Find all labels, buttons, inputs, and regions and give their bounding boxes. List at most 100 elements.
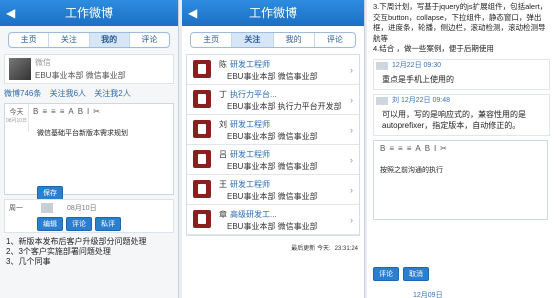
back-icon[interactable]: ◀ <box>188 0 197 26</box>
align-center-icon[interactable]: ≡ <box>51 107 56 116</box>
list-item[interactable]: 章高级研发工... EBU事业本部 微信事业部 › <box>187 205 359 235</box>
user-role: 研发工程师 <box>230 180 270 189</box>
user-role: 高级研发工... <box>230 210 277 219</box>
align-left-icon[interactable]: ≡ <box>389 144 394 153</box>
font-color-icon[interactable]: A <box>68 107 73 116</box>
profile-card: 微信 EBU事业本部 微信事业部 <box>4 54 174 84</box>
comment-button[interactable]: 评论 <box>373 267 399 281</box>
list-item[interactable]: 丁执行力平台... EBU事业本部 执行力平台开发部 › <box>187 85 359 115</box>
user-dept: EBU事业本部 微信事业部 <box>227 132 318 141</box>
align-right-icon[interactable]: ≡ <box>407 144 412 153</box>
user-icon <box>193 60 211 78</box>
post-text: 3.下周计划，写基于jquery的js扩展组件，包括alert，交互button… <box>373 2 548 53</box>
user-icon <box>193 210 211 228</box>
stat-followers[interactable]: 关注我6人 <box>50 89 86 98</box>
list-item: 1、新版本发布后客户升级部分问题处理 <box>6 237 147 246</box>
page-title: 工作微博 <box>248 6 297 20</box>
comment: 12月22日 09:30 重点是手机上使用的 <box>373 58 550 90</box>
chevron-right-icon: › <box>350 215 353 225</box>
tab-follow[interactable]: 关注 <box>49 33 90 47</box>
tab-follow[interactable]: 关注 <box>232 33 274 47</box>
post-detail-panel: 3.下周计划，写基于jquery的js扩展组件，包括alert，交互button… <box>367 0 554 298</box>
tab-mine[interactable]: 我的 <box>89 33 130 47</box>
cancel-button[interactable]: 取消 <box>403 267 429 281</box>
italic-icon[interactable]: I <box>87 107 89 116</box>
post-content: 1、新版本发布后客户升级部分问题处理 2、3个客户实施部署问题处理 3、几个同事 <box>6 237 172 267</box>
align-center-icon[interactable]: ≡ <box>398 144 403 153</box>
chevron-right-icon: › <box>350 155 353 165</box>
comment-text: 可以用，写的是响应式的，兼容性用的是autoprefixer，指定版本，自动修正… <box>382 109 526 130</box>
post-entry: 周一 08月10日 编辑 评论 私评 <box>4 199 174 233</box>
user-role: 研发工程师 <box>230 120 270 129</box>
user-role: 研发工程师 <box>230 60 270 69</box>
list-item[interactable]: 吕研发工程师 EBU事业本部 微信事业部 › <box>187 145 359 175</box>
user-name: 章 <box>219 210 227 219</box>
tab-mine[interactable]: 我的 <box>274 33 315 47</box>
user-dept: EBU事业本部 微信事业部 <box>227 162 318 171</box>
cut-icon[interactable]: ✂ <box>440 144 447 153</box>
user-dept: EBU事业本部 微信事业部 <box>227 192 318 201</box>
date-label: 08月10日 <box>5 118 28 124</box>
font-color-icon[interactable]: A <box>415 144 420 153</box>
next-comment-date: 12月09日 <box>413 292 443 298</box>
editor-text[interactable]: 按照之前沟通的执行 <box>380 165 443 175</box>
list-item[interactable]: 刘研发工程师 EBU事业本部 微信事业部 › <box>187 115 359 145</box>
profile-name: 微信 <box>35 58 51 67</box>
date-box: 今天 08月10日 <box>5 104 29 132</box>
editor-text[interactable]: 微信基础平台新版本需求规划 <box>37 128 128 138</box>
avatar <box>376 96 388 105</box>
edit-button[interactable]: 编辑 <box>37 217 63 231</box>
list-item[interactable]: 陈研发工程师 EBU事业本部 微信事业部 › <box>187 55 359 85</box>
user-role: 执行力平台... <box>230 90 277 99</box>
page-title: 工作微博 <box>64 6 113 20</box>
comment-button[interactable]: 评论 <box>66 217 92 231</box>
cut-icon[interactable]: ✂ <box>93 107 100 116</box>
align-left-icon[interactable]: ≡ <box>42 107 47 116</box>
tab-comments[interactable]: 评论 <box>315 33 355 47</box>
align-right-icon[interactable]: ≡ <box>60 107 65 116</box>
chevron-right-icon: › <box>350 65 353 75</box>
chevron-right-icon: › <box>350 95 353 105</box>
chevron-right-icon: › <box>350 185 353 195</box>
bold-2-icon[interactable]: B <box>425 144 430 153</box>
save-button[interactable]: 保存 <box>37 186 63 200</box>
post-editor: 今天 08月10日 B ≡ ≡ ≡ A B I ✂ 微信基础平台新版本需求规划 … <box>4 103 174 200</box>
header: ◀ 工作微博 <box>0 0 178 26</box>
tab-home[interactable]: 主页 <box>9 33 50 47</box>
list-item[interactable]: 王研发工程师 EBU事业本部 微信事业部 › <box>187 175 359 205</box>
back-icon[interactable]: ◀ <box>6 0 15 26</box>
format-toolbar: B ≡ ≡ ≡ A B I ✂ <box>33 107 100 116</box>
last-updated: 最后更新 今天: 23:31:24 <box>291 243 358 252</box>
user-dept: EBU事业本部 执行力平台开发部 <box>227 102 342 111</box>
comment-text: 重点是手机上使用的 <box>382 74 454 84</box>
stat-following[interactable]: 关注我2人 <box>94 89 130 98</box>
chevron-right-icon: › <box>350 125 353 135</box>
bold-2-icon[interactable]: B <box>78 107 83 116</box>
comment: 刘 12月22日 09:48 可以用，写的是响应式的，兼容性用的是autopre… <box>373 93 550 136</box>
tab-comments[interactable]: 评论 <box>130 33 169 47</box>
header: ◀ 工作微博 <box>182 0 364 26</box>
entry-avatar <box>41 203 53 213</box>
user-icon <box>193 120 211 138</box>
tab-bar: 主页 关注 我的 评论 <box>190 32 356 48</box>
last-updated-label: 最后更新 今天: <box>291 246 331 252</box>
avatar <box>9 58 31 80</box>
stat-posts[interactable]: 微博746条 <box>4 89 41 98</box>
private-comment-button[interactable]: 私评 <box>95 217 121 231</box>
user-name: 丁 <box>219 90 227 99</box>
tab-home[interactable]: 主页 <box>191 33 233 47</box>
user-name: 刘 <box>219 120 227 129</box>
user-dept: EBU事业本部 微信事业部 <box>227 72 318 81</box>
entry-day: 周一 <box>9 205 23 212</box>
stats-row: 微博746条 关注我6人 关注我2人 <box>4 88 174 99</box>
bold-icon[interactable]: B <box>33 107 38 116</box>
follow-panel: ◀ 工作微博 主页 关注 我的 评论 陈研发工程师 EBU事业本部 微信事业部 … <box>182 0 365 298</box>
bold-icon[interactable]: B <box>380 144 385 153</box>
user-icon <box>193 90 211 108</box>
profile-dept: EBU事业本部 微信事业部 <box>35 71 126 80</box>
user-name: 吕 <box>219 150 227 159</box>
italic-icon[interactable]: I <box>434 144 436 153</box>
my-weibo-panel: ◀ 工作微博 主页 关注 我的 评论 微信 EBU事业本部 微信事业部 微博74… <box>0 0 179 298</box>
day-label: 今天 <box>9 109 24 116</box>
comment-date: 12月22日 09:48 <box>400 96 450 104</box>
